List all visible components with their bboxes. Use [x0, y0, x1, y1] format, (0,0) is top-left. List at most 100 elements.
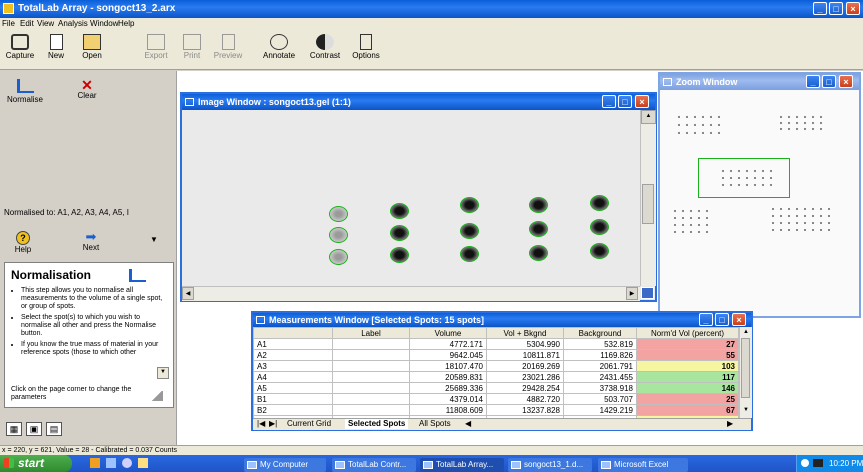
col-header-volume[interactable]: Volume — [409, 327, 487, 339]
image-min-button[interactable]: _ — [602, 95, 616, 108]
spot-C4[interactable] — [529, 245, 548, 261]
tab-all-spots[interactable]: All Spots — [419, 419, 451, 429]
contrast-button[interactable]: Contrast — [304, 32, 346, 68]
next-dropdown-icon[interactable]: ▼ — [150, 235, 158, 244]
table-row[interactable]: A2 9642.045 10811.871 1169.826 55 — [253, 349, 739, 361]
meas-scroll-up-icon[interactable]: ▲ — [740, 327, 752, 337]
quicklaunch-ie-icon[interactable] — [90, 458, 100, 468]
scroll-up-icon[interactable]: ▲ — [641, 110, 656, 124]
help-scroll-down-icon[interactable]: ▼ — [157, 367, 169, 379]
next-button[interactable]: ➡ Next — [78, 230, 104, 252]
zoom-corner-icon[interactable] — [641, 287, 654, 299]
zoom-min-button[interactable]: _ — [806, 75, 820, 88]
menu-edit[interactable]: Edit — [20, 18, 34, 30]
col-header-normd-vol[interactable]: Norm'd Vol (percent) — [636, 327, 739, 339]
table-row[interactable]: A3 18107.470 20169.269 2061.791 103 — [253, 360, 739, 372]
view-table-button[interactable]: ▤ — [46, 422, 62, 436]
maximize-button[interactable]: □ — [829, 2, 843, 15]
open-button[interactable]: Open — [74, 32, 110, 68]
spot-B4[interactable] — [529, 221, 548, 237]
meas-close-button[interactable]: × — [732, 313, 746, 326]
spot-A2[interactable] — [390, 203, 409, 219]
taskbar-item-totallab-array[interactable]: TotalLab Array... — [420, 458, 504, 472]
menu-file[interactable]: File — [2, 18, 15, 30]
col-header-vol-bkgnd[interactable]: Vol + Bkgnd — [486, 327, 564, 339]
page-corner-icon[interactable] — [151, 391, 163, 401]
spot-C3[interactable] — [460, 246, 479, 262]
taskbar-item-songoct[interactable]: songoct13_1.d... — [508, 458, 592, 472]
clear-button[interactable]: ✕ Clear — [70, 78, 104, 100]
measurements-vscroll[interactable]: ▲ ▼ — [739, 327, 752, 418]
menu-view[interactable]: View — [37, 18, 54, 30]
taskbar-item-my-computer[interactable]: My Computer — [244, 458, 326, 472]
options-button[interactable]: Options — [348, 32, 384, 68]
meas-scroll-thumb[interactable] — [741, 338, 750, 398]
menu-help[interactable]: Help — [118, 18, 134, 30]
spot-B3[interactable] — [460, 223, 479, 239]
export-button[interactable]: Export — [138, 32, 174, 68]
scroll-left-icon[interactable]: ◀ — [182, 287, 194, 300]
meas-scroll-down-icon[interactable]: ▼ — [740, 407, 752, 413]
system-tray: 10:20 PM — [796, 455, 863, 472]
col-header-id[interactable] — [253, 327, 333, 339]
menu-window[interactable]: Window — [90, 18, 118, 30]
tab-current-grid[interactable]: Current Grid — [287, 419, 331, 429]
zoom-viewport-rect[interactable] — [698, 158, 790, 198]
quicklaunch-media-icon[interactable] — [122, 458, 132, 468]
preview-button[interactable]: Preview — [210, 32, 246, 68]
table-row[interactable]: A5 25689.336 29428.254 3738.918 146 — [253, 382, 739, 394]
tab-first-icon[interactable]: |◀ — [257, 419, 265, 429]
quicklaunch-desktop-icon[interactable] — [106, 458, 116, 468]
image-hscroll[interactable]: ◀ ▶ — [182, 286, 640, 301]
spot-C5[interactable] — [590, 243, 609, 259]
table-row[interactable]: A4 20589.831 23021.286 2431.455 117 — [253, 371, 739, 383]
normalise-button[interactable]: Normalise — [6, 79, 44, 104]
meas-max-button[interactable]: □ — [715, 313, 729, 326]
spot-B1[interactable] — [329, 227, 348, 243]
image-vscroll[interactable]: ▲ — [640, 110, 656, 286]
spot-A4[interactable] — [529, 197, 548, 213]
image-max-button[interactable]: □ — [618, 95, 632, 108]
tray-icon[interactable] — [801, 459, 809, 467]
gel-image[interactable] — [182, 110, 640, 286]
taskbar-item-totallab-control[interactable]: TotalLab Contr... — [332, 458, 416, 472]
zoom-close-button[interactable]: × — [839, 75, 853, 88]
view-image-button[interactable]: ▣ — [26, 422, 42, 436]
table-row[interactable]: A1 4772.171 5304.990 532.819 27 — [253, 338, 739, 350]
annotate-button[interactable]: Annotate — [258, 32, 300, 68]
tray-icon-2[interactable] — [813, 459, 823, 467]
spot-B5[interactable] — [590, 219, 609, 235]
minimize-button[interactable]: _ — [813, 2, 827, 15]
spot-B2[interactable] — [390, 225, 409, 241]
zoom-max-button[interactable]: □ — [822, 75, 836, 88]
taskbar-item-excel[interactable]: Microsoft Excel — [598, 458, 688, 472]
hscroll-right-icon[interactable]: ▶ — [727, 419, 733, 429]
spot-C1[interactable] — [329, 249, 348, 265]
zoom-overview-image[interactable] — [660, 90, 859, 316]
scroll-thumb[interactable] — [642, 184, 654, 224]
image-close-button[interactable]: × — [635, 95, 649, 108]
view-grid-button[interactable]: ▦ — [6, 422, 22, 436]
capture-button[interactable]: Capture — [2, 32, 38, 68]
menu-analysis[interactable]: Analysis — [58, 18, 88, 30]
spot-A5[interactable] — [590, 195, 609, 211]
tab-selected-spots[interactable]: Selected Spots — [345, 419, 409, 429]
tab-prev-icon[interactable]: ▶| — [269, 419, 277, 429]
zoom-spot — [812, 229, 814, 231]
col-header-background[interactable]: Background — [563, 327, 637, 339]
print-button[interactable]: Print — [174, 32, 210, 68]
col-header-label[interactable]: Label — [332, 327, 410, 339]
help-button[interactable]: ? Help — [10, 231, 36, 254]
meas-min-button[interactable]: _ — [699, 313, 713, 326]
scroll-right-icon[interactable]: ▶ — [626, 287, 638, 300]
spot-A1[interactable] — [329, 206, 348, 222]
new-button[interactable]: New — [38, 32, 74, 68]
spot-C2[interactable] — [390, 247, 409, 263]
start-button[interactable]: start — [0, 455, 72, 472]
close-button[interactable]: × — [846, 2, 860, 15]
table-row[interactable]: B1 4379.014 4882.720 503.707 25 — [253, 393, 739, 405]
quicklaunch-extra-icon[interactable] — [138, 458, 148, 468]
spot-A3[interactable] — [460, 197, 479, 213]
table-row[interactable]: B2 11808.609 13237.828 1429.219 67 — [253, 404, 739, 416]
hscroll-left-icon[interactable]: ◀ — [465, 419, 471, 429]
